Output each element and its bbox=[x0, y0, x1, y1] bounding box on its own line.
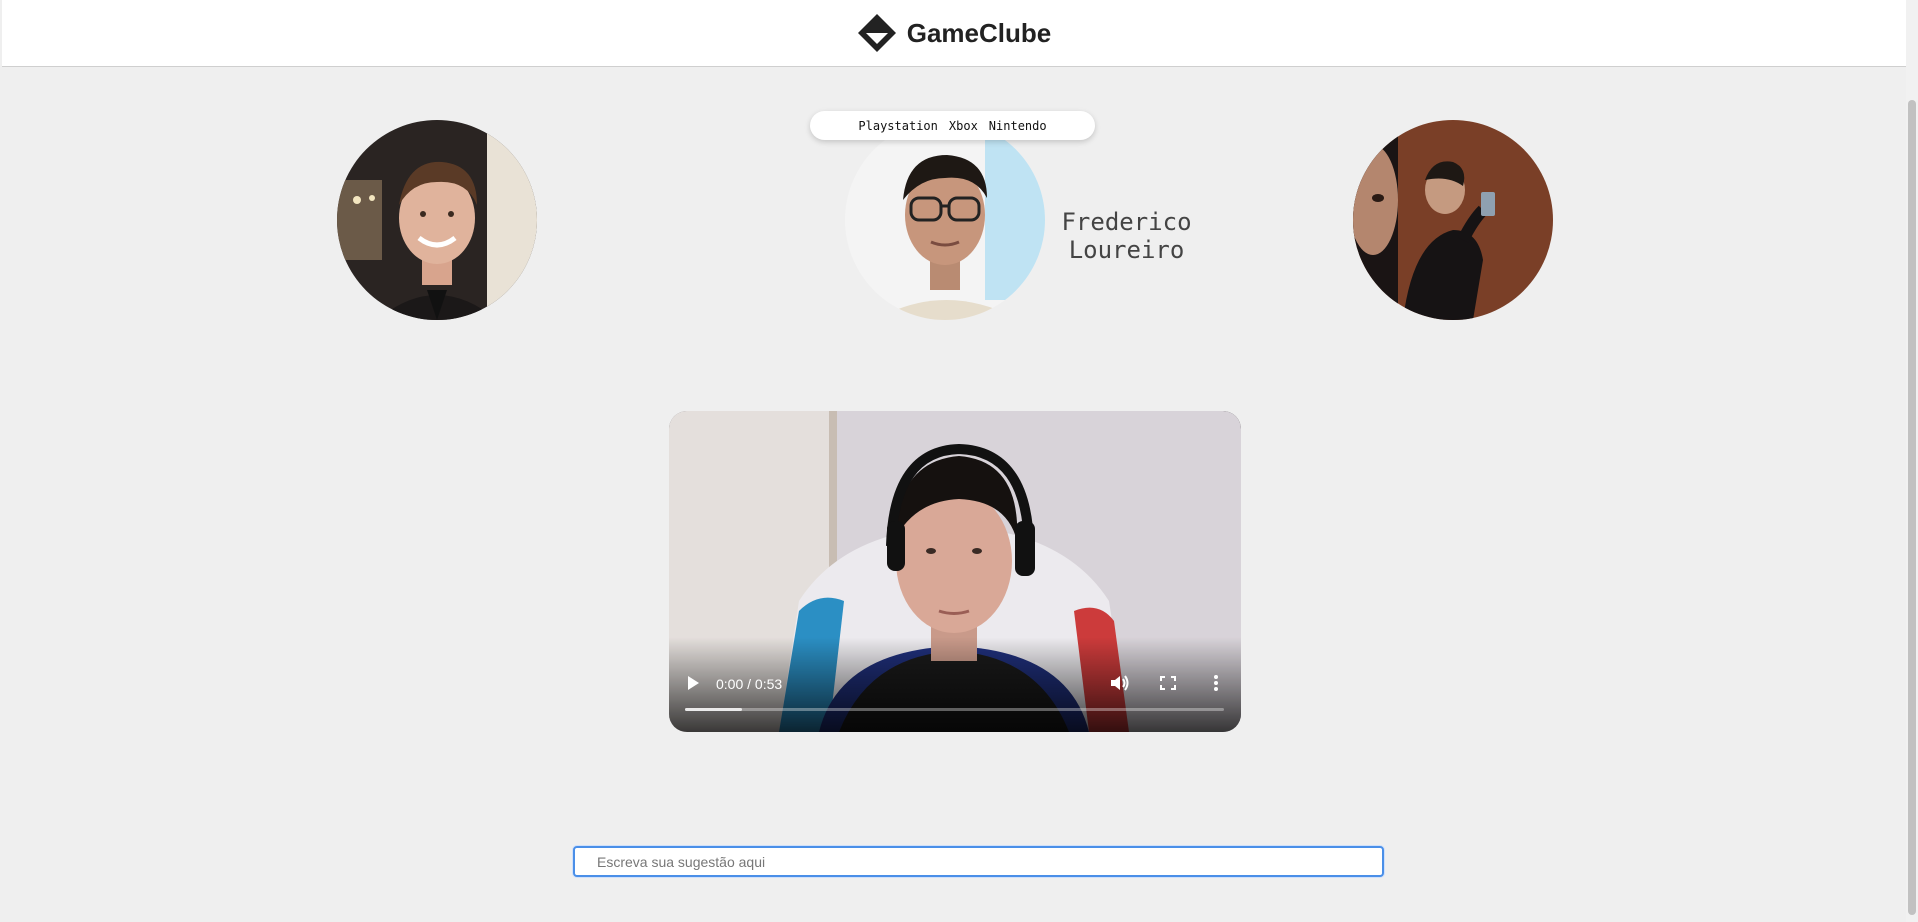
video-buffer-bar bbox=[685, 708, 742, 711]
suggestion-input[interactable] bbox=[573, 846, 1384, 877]
video-progress-track[interactable] bbox=[685, 708, 1224, 711]
video-player[interactable]: 0:00 / 0:53 bbox=[669, 411, 1241, 732]
nav-item-xbox[interactable]: Xbox bbox=[949, 119, 978, 133]
featured-member-name: Frederico Loureiro bbox=[1054, 208, 1199, 264]
member-last-name: Loureiro bbox=[1068, 236, 1185, 264]
member-first-name: Frederico bbox=[1061, 208, 1192, 236]
more-options-icon[interactable] bbox=[1206, 674, 1226, 692]
brand-title: GameClube bbox=[906, 17, 1052, 48]
play-icon[interactable] bbox=[685, 675, 701, 691]
member-avatar-left[interactable] bbox=[337, 120, 537, 320]
nav-item-nintendo[interactable]: Nintendo bbox=[989, 119, 1047, 133]
platform-nav: Playstation Xbox Nintendo bbox=[810, 111, 1095, 140]
page-scrollbar[interactable] bbox=[1906, 0, 1918, 922]
scrollbar-thumb[interactable] bbox=[1908, 100, 1916, 915]
diamond-logo-icon bbox=[857, 13, 897, 53]
video-time: 0:00 / 0:53 bbox=[716, 676, 783, 692]
fullscreen-icon[interactable] bbox=[1158, 674, 1178, 692]
member-avatar-right[interactable] bbox=[1353, 120, 1553, 320]
member-avatar-center[interactable] bbox=[845, 120, 1045, 320]
site-header: GameClube bbox=[2, 0, 1906, 67]
volume-icon[interactable] bbox=[1110, 674, 1130, 692]
nav-item-playstation[interactable]: Playstation bbox=[858, 119, 937, 133]
